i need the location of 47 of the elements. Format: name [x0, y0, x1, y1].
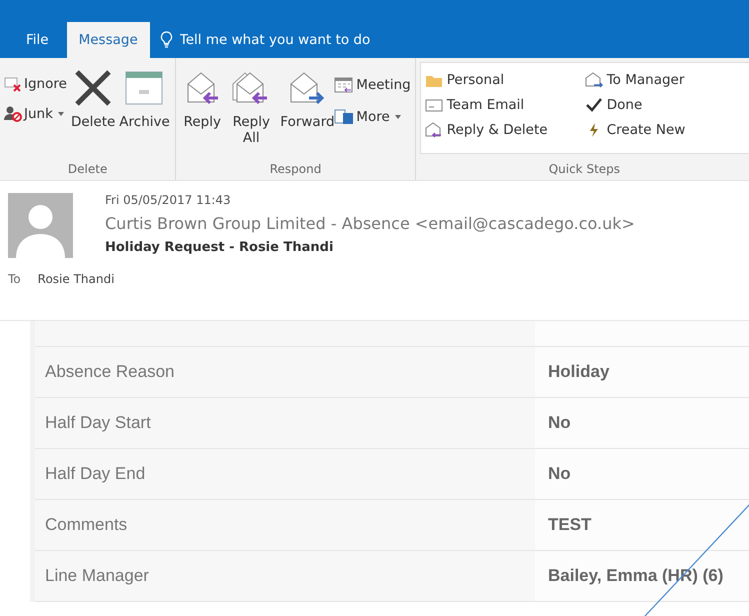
field-value: TEST — [548, 515, 592, 535]
ribbon-button[interactable]: Delete — [68, 62, 118, 162]
ribbon-button[interactable]: Ignore — [4, 76, 67, 92]
sender-name: Curtis Brown Group Limited - Absence <email@cascadego.co.uk> — [105, 214, 635, 233]
group-label: Quick Steps — [548, 162, 622, 178]
lightbulb-icon — [160, 31, 173, 49]
field-label: Line Manager — [45, 566, 149, 586]
ribbon-tab[interactable]: Message — [66, 22, 150, 58]
message-subject: Holiday Request - Rosie Thandi — [105, 240, 334, 255]
person-block-icon — [4, 106, 22, 122]
ribbon-button[interactable]: Reply All — [224, 62, 278, 162]
window-icon — [334, 108, 354, 126]
quick-step[interactable]: Create New — [584, 117, 705, 142]
field-value: Holiday — [548, 362, 610, 382]
close-icon — [73, 70, 114, 106]
group-label: Respond — [268, 162, 322, 178]
field-label: Half Day End — [45, 464, 146, 484]
tell-me-field[interactable]: Tell me what you want to do — [178, 31, 422, 49]
calendar-icon — [334, 76, 354, 94]
field-label: Absence Reason — [45, 362, 174, 382]
recipient-name: Rosie Thandi — [38, 272, 114, 286]
checkmark-icon — [584, 96, 603, 112]
ribbon-tab[interactable]: File — [14, 22, 61, 58]
ribbon-button[interactable]: More — [334, 108, 411, 126]
field-value: No — [548, 464, 571, 484]
archive-box-icon — [124, 70, 164, 106]
to-label: To — [8, 272, 21, 286]
field-value: No — [548, 413, 571, 433]
field-label: Comments — [45, 515, 128, 535]
quick-step[interactable]: Team Email — [424, 92, 585, 117]
envelope-x-icon — [4, 76, 22, 92]
ribbon-button[interactable]: Junk — [4, 106, 67, 122]
quick-step[interactable]: Done — [584, 92, 705, 117]
ribbon-button[interactable]: Forward — [278, 62, 332, 162]
quick-step[interactable]: To Manager — [584, 67, 705, 92]
ribbon-button[interactable]: Meeting — [334, 76, 411, 94]
envelope-icon — [424, 96, 443, 112]
field-label: Half Day Start — [45, 413, 151, 433]
quick-step[interactable]: Reply & Delete — [424, 117, 585, 142]
quick-step[interactable]: Personal — [424, 67, 585, 92]
message-date: Fri 05/05/2017 11:43 — [105, 193, 232, 207]
ribbon-button[interactable]: Archive — [117, 62, 172, 162]
avatar-icon — [8, 193, 73, 258]
envelope-arrow-icon — [424, 122, 443, 138]
group-label: Delete — [66, 162, 108, 178]
ribbon-button[interactable]: Reply — [180, 62, 224, 162]
envelope-arrow-icon — [584, 72, 603, 88]
